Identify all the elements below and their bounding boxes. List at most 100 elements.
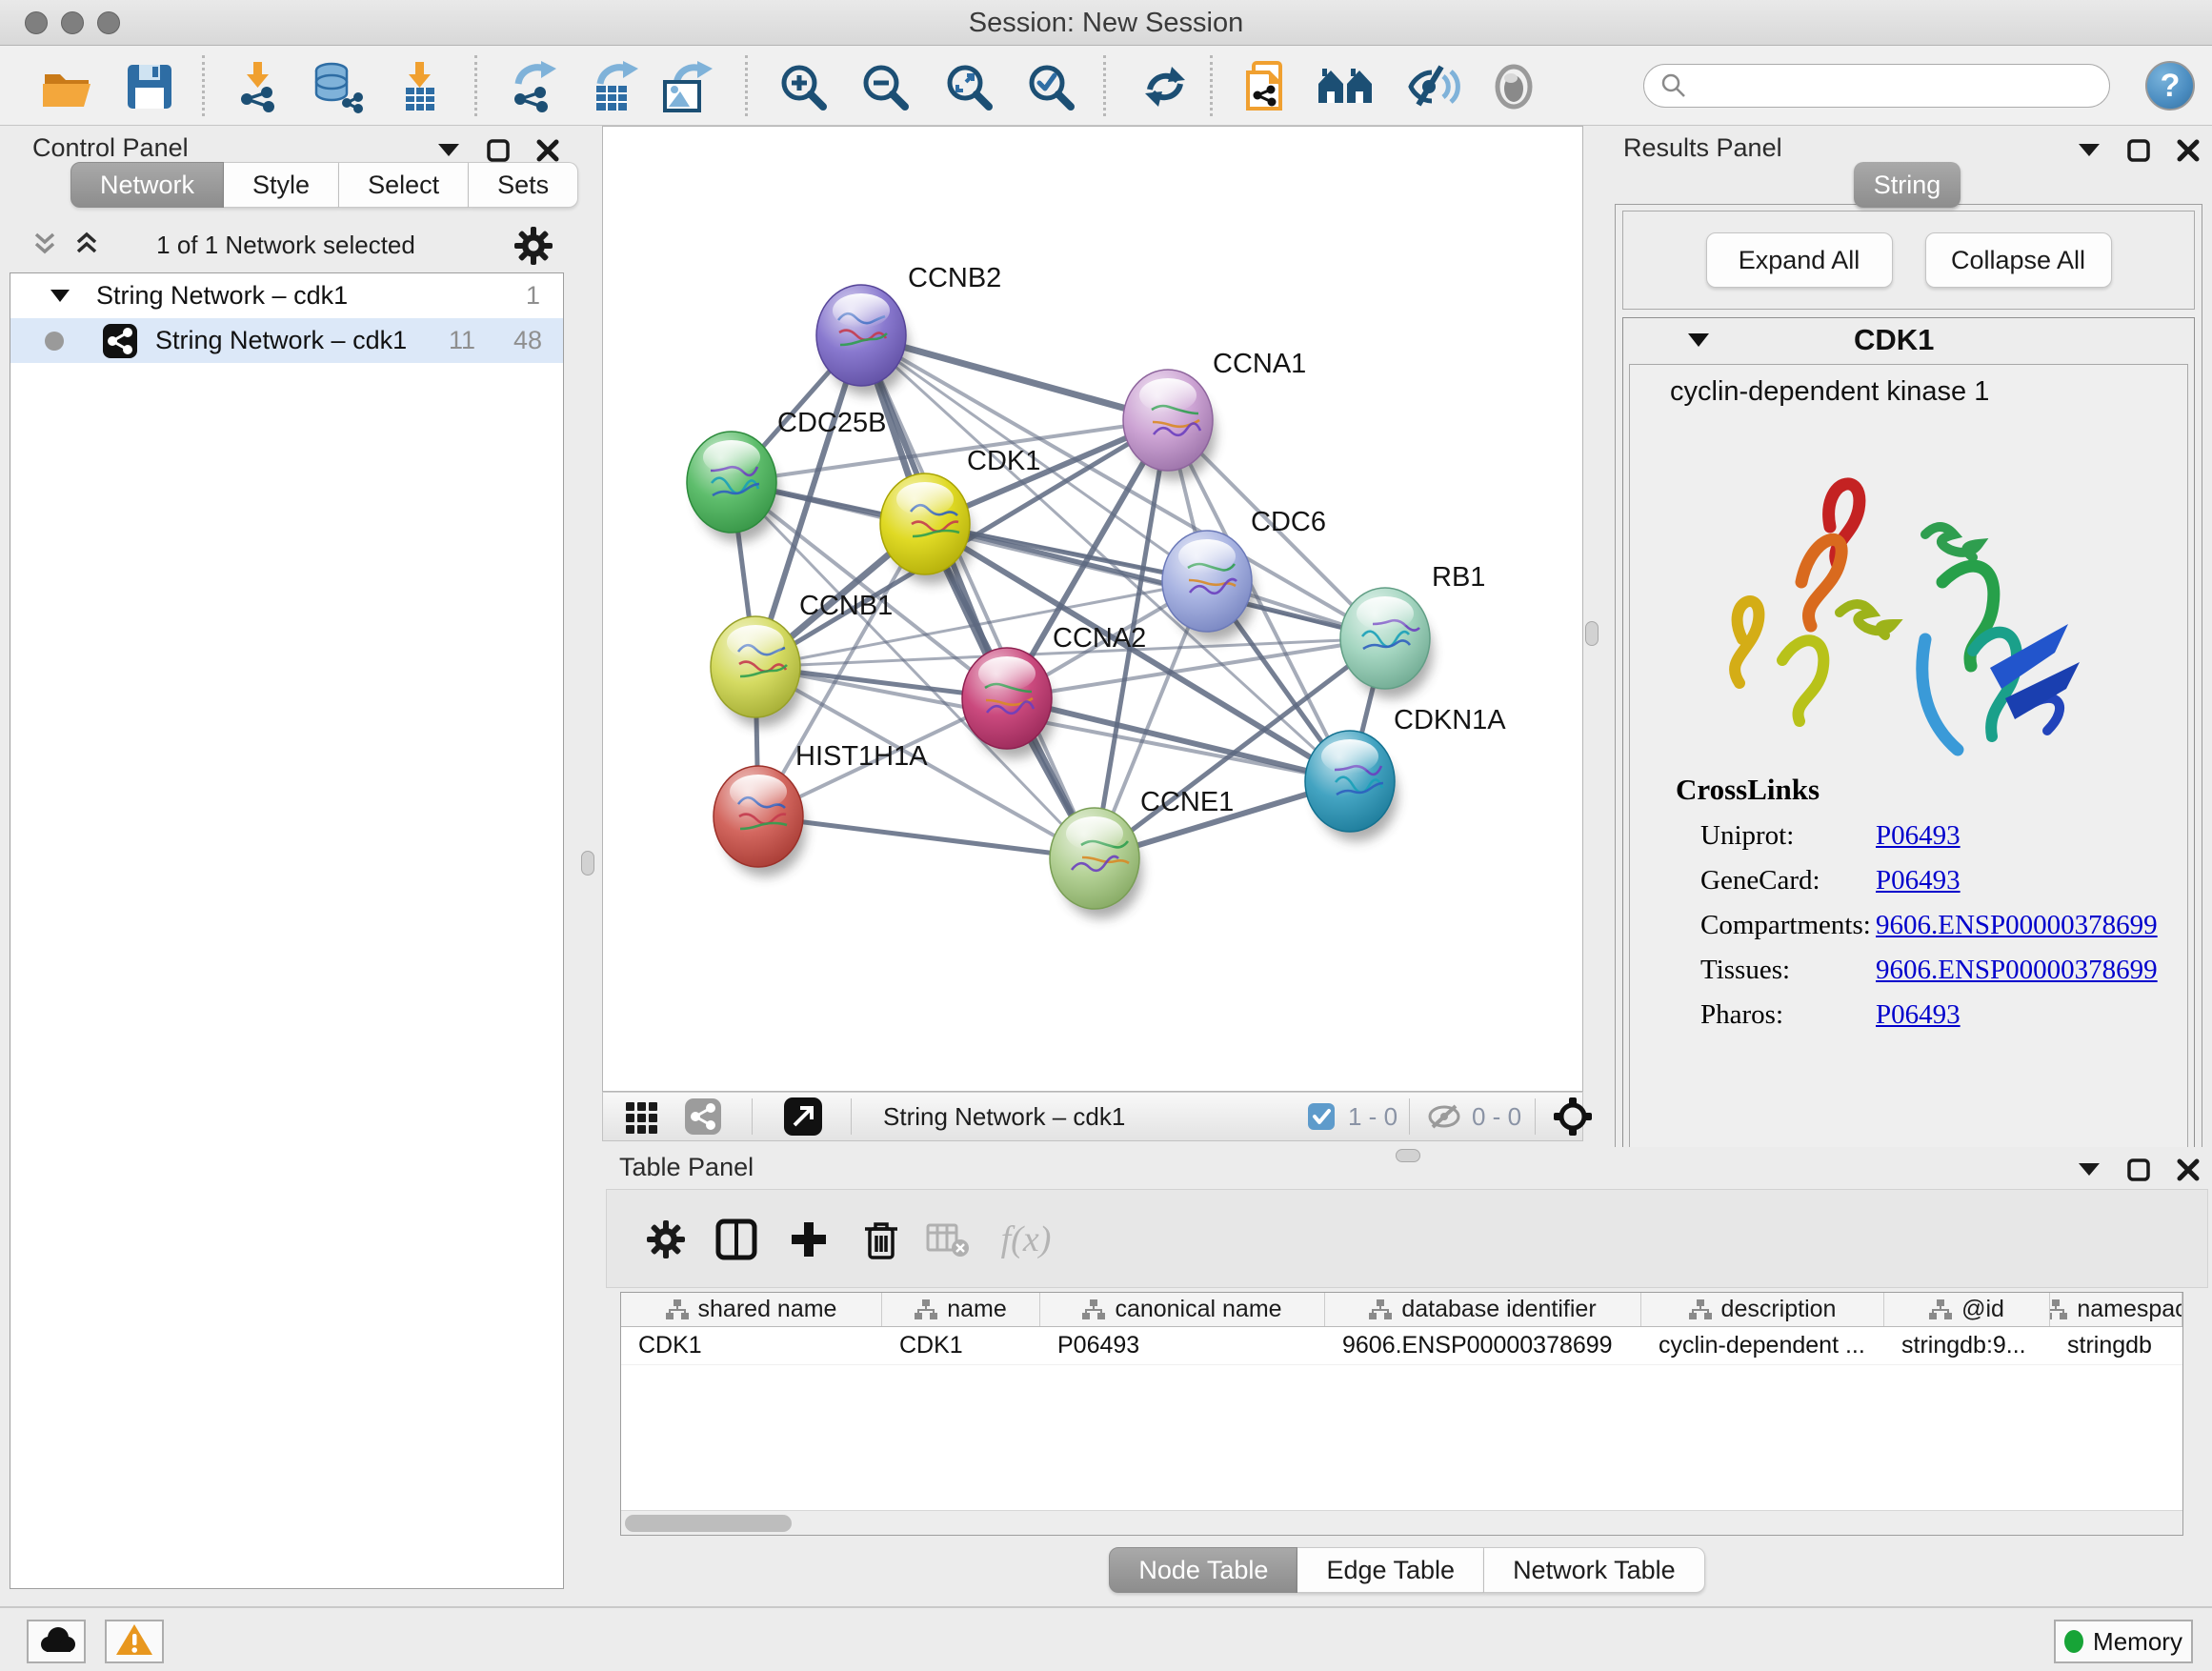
node-CCNE1[interactable]: CCNE1 — [1050, 787, 1234, 918]
crosslink-label: Tissues: — [1700, 955, 1876, 986]
crosslink-link[interactable]: 9606.ENSP00000378699 — [1876, 910, 2158, 941]
create-column-icon[interactable] — [784, 1215, 834, 1264]
close-panel-icon[interactable] — [2174, 136, 2202, 165]
tab-select[interactable]: Select — [339, 162, 469, 208]
table-options-gear-icon[interactable] — [641, 1215, 691, 1264]
node-RB1[interactable]: RB1 — [1340, 562, 1485, 698]
save-session-button[interactable] — [120, 57, 179, 116]
app-window: Session: New Session ? Control Panel Net… — [0, 0, 2212, 1671]
hidden-eye-slash-icon[interactable] — [1424, 1093, 1464, 1140]
help-icon: ? — [2161, 68, 2181, 105]
node-CDC6[interactable]: CDC6 — [1162, 507, 1326, 641]
delete-table-icon[interactable] — [923, 1215, 973, 1264]
column-tree-icon — [1929, 1299, 1952, 1321]
network-row[interactable]: String Network – cdk1 11 48 — [10, 318, 563, 363]
cloud-status-button[interactable] — [27, 1620, 86, 1663]
birds-eye-view-icon[interactable] — [1552, 1093, 1594, 1140]
tab-node-table[interactable]: Node Table — [1109, 1547, 1297, 1593]
warning-status-button[interactable] — [105, 1620, 164, 1663]
column-header-shared-name[interactable]: shared name — [621, 1293, 882, 1326]
open-in-window-icon[interactable] — [782, 1093, 824, 1140]
horizontal-splitter-handle[interactable] — [1396, 1149, 1420, 1162]
network-view-canvas[interactable]: CCNB2 CCNA1 CDC25B CDK1 CDC6 RB1 CCNB1 C… — [602, 126, 1583, 1092]
grid-view-icon[interactable] — [622, 1093, 662, 1140]
delete-column-trash-icon[interactable] — [856, 1215, 906, 1264]
zoom-in-button[interactable] — [774, 57, 833, 116]
network-options-gear-icon[interactable] — [513, 225, 551, 263]
network-label: String Network – cdk1 — [155, 326, 407, 355]
hide-unhide-button[interactable] — [1402, 57, 1461, 116]
node-CCNB2[interactable]: CCNB2 — [816, 263, 1001, 395]
function-builder-icon[interactable]: f(x) — [988, 1215, 1064, 1264]
float-panel-icon[interactable] — [2124, 136, 2153, 165]
tab-string[interactable]: String — [1854, 162, 1961, 208]
search-icon — [1659, 71, 1688, 100]
close-panel-icon[interactable] — [2174, 1156, 2202, 1184]
import-network-from-file-button[interactable] — [229, 57, 288, 116]
protein-section-header[interactable]: CDK1 — [1623, 318, 2194, 362]
zoom-selected-button[interactable] — [1021, 57, 1080, 116]
zoom-fit-button[interactable] — [939, 57, 998, 116]
string-view-icon[interactable] — [683, 1093, 723, 1140]
open-session-button[interactable] — [38, 57, 97, 116]
table-horizontal-scrollbar[interactable] — [621, 1510, 2182, 1535]
scrollbar-thumb[interactable] — [625, 1515, 792, 1532]
expand-all-button[interactable]: Expand All — [1706, 232, 1893, 288]
results-panel: Results Panel String Expand All Collapse… — [1597, 126, 2212, 1153]
table-row[interactable]: CDK1CDK1P064939606.ENSP00000378699cyclin… — [621, 1327, 2182, 1365]
import-network-from-database-button[interactable] — [307, 57, 366, 116]
network-graph[interactable]: CCNB2 CCNA1 CDC25B CDK1 CDC6 RB1 CCNB1 C… — [603, 127, 1582, 1091]
node-CCNA1[interactable]: CCNA1 — [1123, 349, 1306, 480]
clone-network-button[interactable] — [1238, 57, 1297, 116]
vertical-splitter-handle[interactable] — [581, 851, 594, 876]
zoom-out-button[interactable] — [855, 57, 915, 116]
search-input[interactable] — [1698, 71, 2098, 101]
collapse-all-button[interactable]: Collapse All — [1925, 232, 2112, 288]
memory-button[interactable]: Memory — [2054, 1620, 2193, 1663]
section-expander-icon[interactable] — [1686, 332, 1711, 350]
panel-menu-icon[interactable] — [434, 136, 463, 165]
export-image-button[interactable] — [657, 57, 716, 116]
tab-edge-table[interactable]: Edge Table — [1297, 1547, 1484, 1593]
panel-menu-icon[interactable] — [2075, 1156, 2103, 1184]
vertical-splitter-handle[interactable] — [1585, 621, 1599, 646]
level-of-detail-button[interactable] — [1484, 57, 1543, 116]
import-network-icon — [231, 59, 286, 114]
edge-HIST1H1A-CCNE1[interactable] — [758, 816, 1095, 858]
crosslink-link[interactable]: P06493 — [1876, 820, 1961, 852]
node-CDKN1A[interactable]: CDKN1A — [1305, 705, 1506, 841]
column-header-canonical-name[interactable]: canonical name — [1040, 1293, 1325, 1326]
node-HIST1H1A[interactable]: HIST1H1A — [714, 741, 928, 876]
tab-network-table[interactable]: Network Table — [1484, 1547, 1705, 1593]
crosslink-link[interactable]: 9606.ENSP00000378699 — [1876, 955, 2158, 986]
show-columns-icon[interactable] — [712, 1215, 761, 1264]
export-network-button[interactable] — [503, 57, 562, 116]
crosslink-link[interactable]: P06493 — [1876, 865, 1961, 896]
status-bar: Memory — [0, 1606, 2212, 1671]
network-collection-row[interactable]: String Network – cdk1 1 — [10, 273, 563, 318]
table-cell: cyclin-dependent ... — [1641, 1327, 1884, 1364]
show-grid-views-button[interactable] — [1317, 57, 1376, 116]
tab-network[interactable]: Network — [70, 162, 224, 208]
column-header-namespac[interactable]: namespac — [2050, 1293, 2182, 1326]
search-field[interactable] — [1643, 64, 2110, 108]
export-network-icon — [505, 59, 560, 114]
close-panel-icon[interactable] — [533, 136, 562, 165]
column-header-database-identifier[interactable]: database identifier — [1325, 1293, 1641, 1326]
refresh-view-button[interactable] — [1136, 57, 1195, 116]
crosslink-link[interactable]: P06493 — [1876, 999, 1961, 1031]
tab-style[interactable]: Style — [224, 162, 339, 208]
float-panel-icon[interactable] — [2124, 1156, 2153, 1184]
tab-sets[interactable]: Sets — [469, 162, 578, 208]
collection-expander-icon[interactable] — [49, 288, 71, 305]
edge-CCNB2-CCNE1[interactable] — [861, 335, 1095, 858]
selected-checkbox-icon[interactable] — [1306, 1093, 1337, 1140]
help-button[interactable]: ? — [2145, 61, 2195, 111]
export-table-button[interactable] — [585, 57, 644, 116]
column-header--id[interactable]: @id — [1884, 1293, 2050, 1326]
column-header-description[interactable]: description — [1641, 1293, 1884, 1326]
import-table-from-file-button[interactable] — [391, 57, 450, 116]
float-panel-icon[interactable] — [484, 136, 513, 165]
column-header-name[interactable]: name — [882, 1293, 1040, 1326]
panel-menu-icon[interactable] — [2075, 136, 2103, 165]
